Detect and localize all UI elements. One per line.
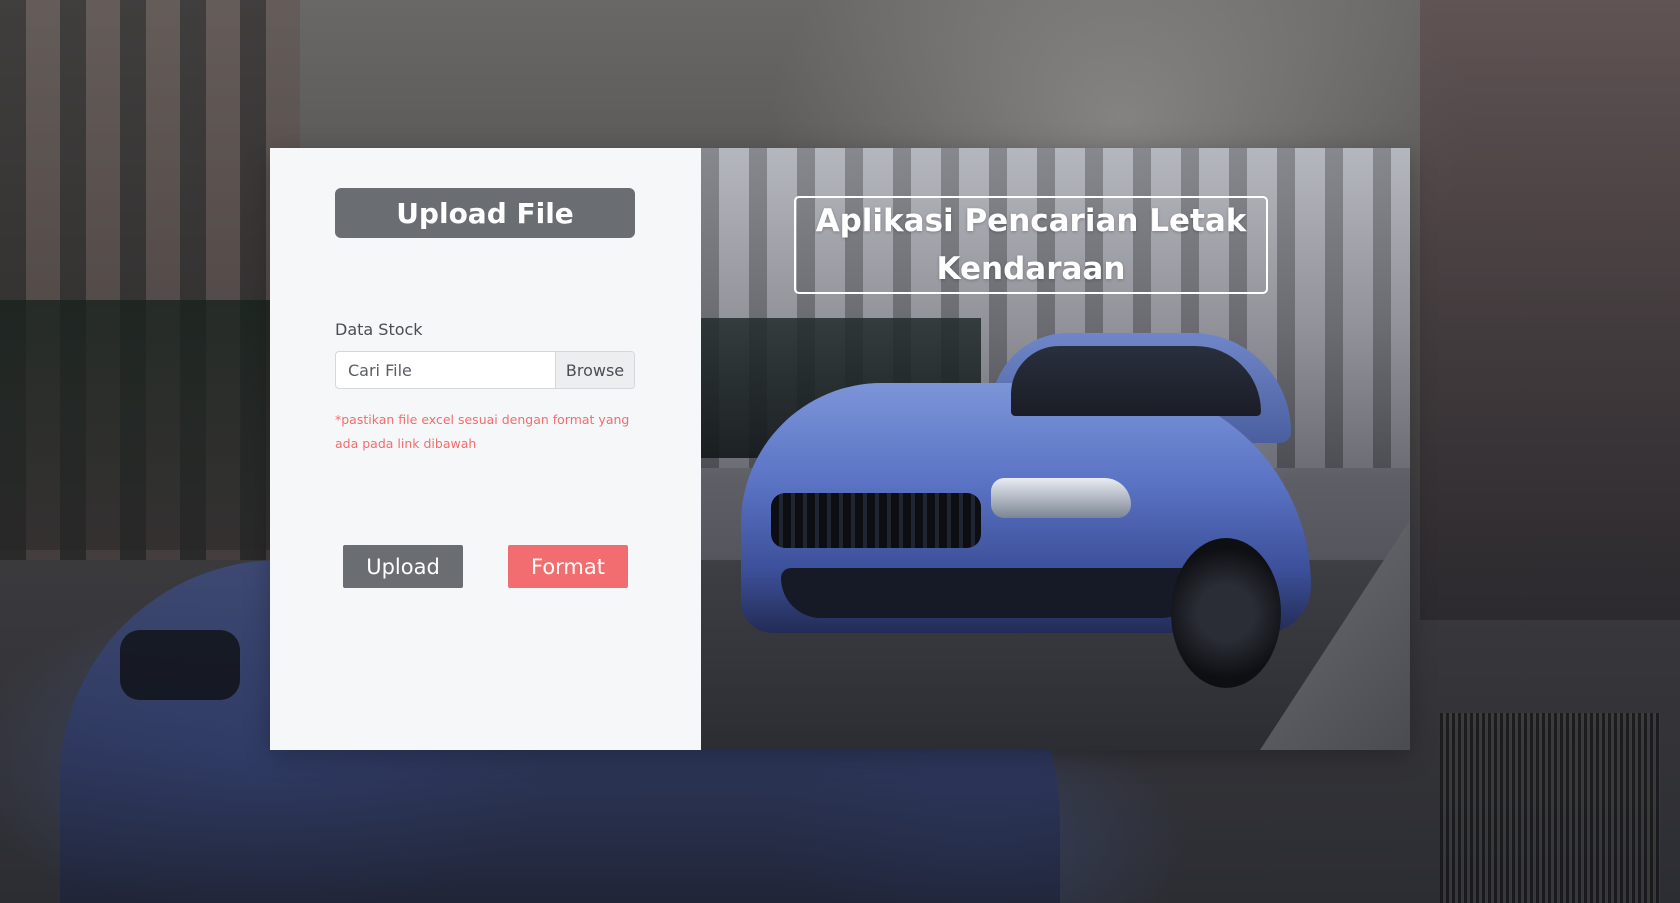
main-card: Upload File Data Stock Cari File Browse … [270, 148, 1410, 750]
app-title: Aplikasi Pencarian Letak Kendaraan [794, 196, 1268, 294]
hero-car-grill [771, 493, 981, 548]
data-stock-label: Data Stock [335, 320, 423, 339]
upload-button[interactable]: Upload [343, 545, 463, 588]
file-input-placeholder[interactable]: Cari File [336, 352, 555, 388]
hero-image-panel: Aplikasi Pencarian Letak Kendaraan [701, 148, 1410, 750]
hero-car-window [1011, 346, 1261, 416]
hero-car-bumper [781, 568, 1201, 618]
background-building-right [1420, 0, 1680, 620]
background-grate [1440, 713, 1660, 903]
background-building-left [0, 0, 300, 560]
file-input[interactable]: Cari File Browse [335, 351, 635, 389]
browse-button[interactable]: Browse [555, 352, 634, 388]
format-hint: *pastikan file excel sesuai dengan forma… [335, 412, 630, 451]
background-car-grill [120, 630, 240, 700]
format-button[interactable]: Format [508, 545, 628, 588]
hero-car-wheel [1171, 538, 1281, 688]
hero-car-headlight [991, 478, 1131, 518]
upload-title: Upload File [335, 188, 635, 238]
page-background: Upload File Data Stock Cari File Browse … [0, 0, 1680, 903]
upload-panel: Upload File Data Stock Cari File Browse … [270, 148, 701, 750]
